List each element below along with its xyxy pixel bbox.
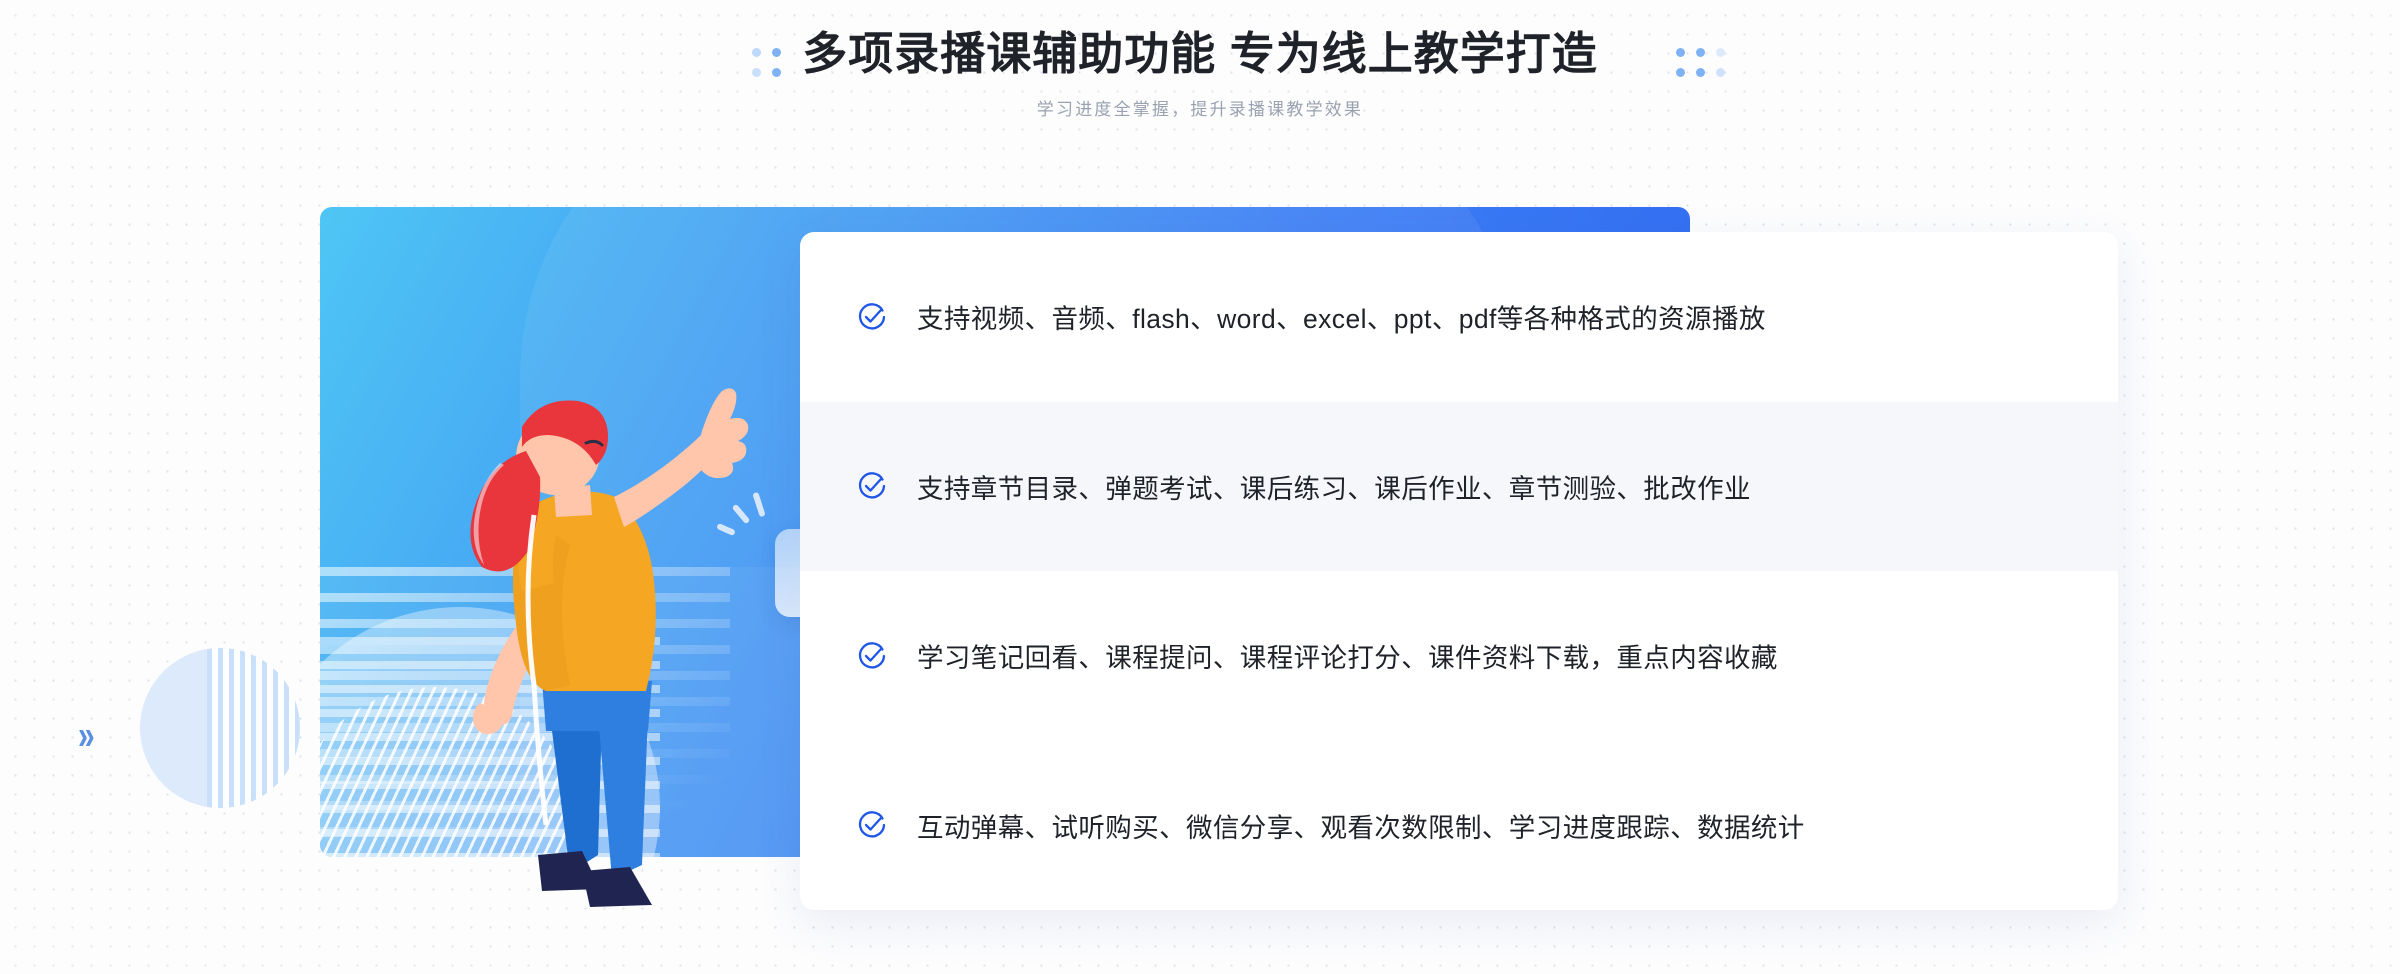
feature-row[interactable]: 支持视频、音频、flash、word、excel、ppt、pdf等各种格式的资源… [800,232,2118,402]
decorative-striped-circle [140,648,300,808]
feature-row[interactable]: 学习笔记回看、课程提问、课程评论打分、课件资料下载，重点内容收藏 [800,571,2118,741]
feature-text: 学习笔记回看、课程提问、课程评论打分、课件资料下载，重点内容收藏 [917,643,1778,674]
feature-text: 支持章节目录、弹题考试、课后练习、课后作业、章节测验、批改作业 [917,473,1751,504]
page-header: 多项录播课辅助功能 专为线上教学打造 学习进度全掌握，提升录播课教学效果 [0,0,2400,120]
check-circle-icon [858,642,886,669]
chevron-right-icon: » [78,714,95,759]
decorative-dot-cluster-right [1676,48,1725,77]
check-circle-icon [858,472,886,499]
check-circle-icon [858,303,886,330]
page-title: 多项录播课辅助功能 专为线上教学打造 [802,28,1598,79]
feature-card: 支持视频、音频、flash、word、excel、ppt、pdf等各种格式的资源… [800,232,2118,910]
feature-row[interactable]: 互动弹幕、试听购买、微信分享、观看次数限制、学习进度跟踪、数据统计 [800,741,2118,911]
feature-row[interactable]: 支持章节目录、弹题考试、课后练习、课后作业、章节测验、批改作业 [800,401,2118,571]
page-subtitle: 学习进度全掌握，提升录播课教学效果 [1036,100,1364,120]
feature-text: 支持视频、音频、flash、word、excel、ppt、pdf等各种格式的资源… [917,304,1766,335]
person-illustration [470,388,749,907]
check-circle-icon [858,811,886,838]
decorative-dot-cluster-left [752,48,781,77]
feature-text: 互动弹幕、试听购买、微信分享、观看次数限制、学习进度跟踪、数据统计 [917,812,1805,843]
